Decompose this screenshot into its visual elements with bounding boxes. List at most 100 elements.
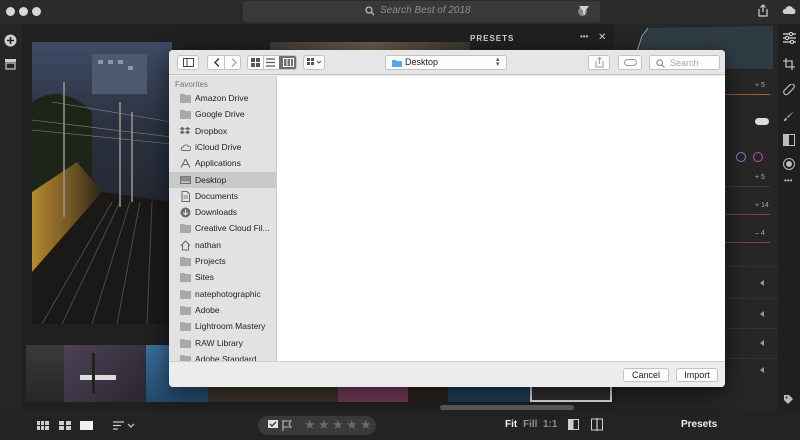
detail-view-icon[interactable] <box>80 421 93 430</box>
compare-icon[interactable] <box>568 419 579 430</box>
star-rating-icon[interactable]: ★ <box>346 417 358 433</box>
dialog-search-input[interactable] <box>670 57 718 68</box>
sidebar-item-label: Adobe Standard <box>195 353 257 361</box>
library-icon[interactable] <box>4 58 17 70</box>
column-view-button[interactable] <box>279 56 296 69</box>
icon-view-icon[interactable] <box>251 58 260 67</box>
edit-sliders-icon[interactable] <box>783 32 796 44</box>
close-window-button[interactable] <box>6 7 15 16</box>
sidebar-item-projects[interactable]: Projects <box>169 253 276 269</box>
presets-close-icon[interactable]: ✕ <box>598 32 606 43</box>
share-icon[interactable] <box>757 4 769 18</box>
forward-arrow-icon[interactable] <box>230 58 238 67</box>
back-forward-buttons <box>207 55 241 70</box>
list-view-icon[interactable] <box>266 58 275 67</box>
sidebar-item-label: Adobe <box>195 304 220 315</box>
radial-gradient-icon[interactable] <box>783 158 795 170</box>
sidebar-item-documents[interactable]: Documents <box>169 188 276 204</box>
cloud-sync-icon[interactable] <box>781 4 797 16</box>
share-button[interactable] <box>588 55 610 70</box>
minimize-window-button[interactable] <box>19 7 28 16</box>
presets-tab-label[interactable]: Presets <box>681 419 717 430</box>
add-photos-icon[interactable] <box>4 34 17 47</box>
location-label: Desktop <box>405 57 439 67</box>
sidebar-item-amazon-drive[interactable]: Amazon Drive <box>169 90 276 106</box>
sidebar-item-raw-library[interactable]: RAW Library <box>169 335 276 351</box>
color-swatch-purple[interactable] <box>736 152 746 162</box>
before-after-icon[interactable] <box>591 418 603 431</box>
small-grid-view-icon[interactable] <box>37 421 49 430</box>
color-swatch-magenta[interactable] <box>753 152 763 162</box>
star-rating-icon[interactable]: ★ <box>332 417 344 433</box>
pick-flag-icon[interactable] <box>268 420 278 431</box>
zoom-fit-button[interactable]: Fit <box>505 419 517 430</box>
filter-icon[interactable] <box>578 4 590 16</box>
sidebar-item-label: Amazon Drive <box>195 93 249 103</box>
sidebar-item-adobe[interactable]: Adobe <box>169 302 276 318</box>
cancel-button[interactable]: Cancel <box>623 368 669 382</box>
sidebar-item-dropbox[interactable]: Dropbox <box>169 123 276 139</box>
star-rating-icon[interactable]: ★ <box>360 417 372 433</box>
segment-divider <box>224 56 225 69</box>
zoom-window-button[interactable] <box>32 7 41 16</box>
presets-more-icon[interactable]: ••• <box>580 32 588 41</box>
dialog-footer: Cancel Import <box>169 361 725 387</box>
sidebar-item-natephotographic[interactable]: natephotographic <box>169 286 276 302</box>
presets-panel-header: PRESETS ••• ✕ <box>470 30 615 50</box>
import-file-dialog: Desktop ▴▾ Favorites Amazon Drive Google … <box>169 50 725 387</box>
gallery-arrange-icon <box>307 58 322 65</box>
library-search-bar[interactable]: Search Best of 2018 <box>243 1 600 22</box>
linear-gradient-icon[interactable] <box>783 134 795 146</box>
sidebar-item-lightroom-mastery[interactable]: Lightroom Mastery <box>169 318 276 334</box>
file-browser-content[interactable] <box>277 76 725 361</box>
expand-section-arrow[interactable] <box>760 367 764 373</box>
sidebar-item-desktop[interactable]: Desktop <box>169 171 276 188</box>
sidebar-item-adobe-standard[interactable]: Adobe Standard <box>169 351 276 361</box>
selected-photo[interactable] <box>32 42 172 324</box>
expand-section-arrow[interactable] <box>760 311 764 317</box>
location-popup[interactable]: Desktop ▴ ▾ <box>385 55 507 70</box>
large-grid-view-icon[interactable] <box>59 421 71 430</box>
sidebar-item-nathan[interactable]: nathan <box>169 237 276 253</box>
expand-section-arrow[interactable] <box>760 280 764 286</box>
import-button[interactable]: Import <box>676 368 718 382</box>
dialog-search-field[interactable] <box>649 55 720 70</box>
desktop-icon <box>180 175 191 184</box>
folder-icon <box>180 306 191 315</box>
reject-flag-icon[interactable] <box>282 420 292 431</box>
tag-icon[interactable] <box>783 394 794 405</box>
star-rating-icon[interactable]: ★ <box>304 417 316 433</box>
sidebar-item-label: natephotographic <box>195 288 261 299</box>
folder-icon <box>180 289 191 299</box>
sidebar-item-creative-cloud-fil[interactable]: Creative Cloud Fil... <box>169 220 276 236</box>
back-arrow-icon[interactable] <box>213 58 221 67</box>
brush-icon[interactable] <box>783 110 795 122</box>
crop-icon[interactable] <box>783 58 795 70</box>
healing-brush-icon[interactable] <box>783 84 795 96</box>
folder-icon <box>180 110 191 120</box>
rating-flag-bar: ★ ★ ★ ★ ★ <box>258 416 376 435</box>
zoom-1to1-button[interactable]: 1:1 <box>543 419 557 430</box>
sort-icon[interactable] <box>113 421 135 430</box>
toggle-sidebar-button[interactable] <box>177 55 199 70</box>
sidebar-section-heading: Favorites <box>175 80 208 89</box>
edit-tags-button[interactable] <box>618 55 642 70</box>
star-rating-icon[interactable]: ★ <box>318 417 330 433</box>
more-tools-icon[interactable]: ••• <box>784 176 792 185</box>
folder-icon <box>180 94 191 103</box>
expand-section-arrow[interactable] <box>760 340 764 346</box>
sidebar-item-applications[interactable]: Applications <box>169 155 276 171</box>
zoom-fill-button[interactable]: Fill <box>523 419 537 430</box>
arrange-menu-button[interactable] <box>303 55 325 70</box>
thumb-image <box>80 353 116 393</box>
folder-icon <box>180 354 191 361</box>
toggle-switch[interactable] <box>755 118 769 125</box>
sidebar-item-google-drive[interactable]: Google Drive <box>169 106 276 122</box>
film-thumb[interactable] <box>26 345 64 402</box>
film-thumb[interactable] <box>64 345 146 402</box>
sidebar-item-downloads[interactable]: Downloads <box>169 204 276 220</box>
view-mode-segmented <box>247 55 297 70</box>
sidebar-item-icloud-drive[interactable]: iCloud Drive <box>169 139 276 155</box>
sidebar-item-sites[interactable]: Sites <box>169 269 276 285</box>
sidebar-item-label: Desktop <box>195 174 227 185</box>
